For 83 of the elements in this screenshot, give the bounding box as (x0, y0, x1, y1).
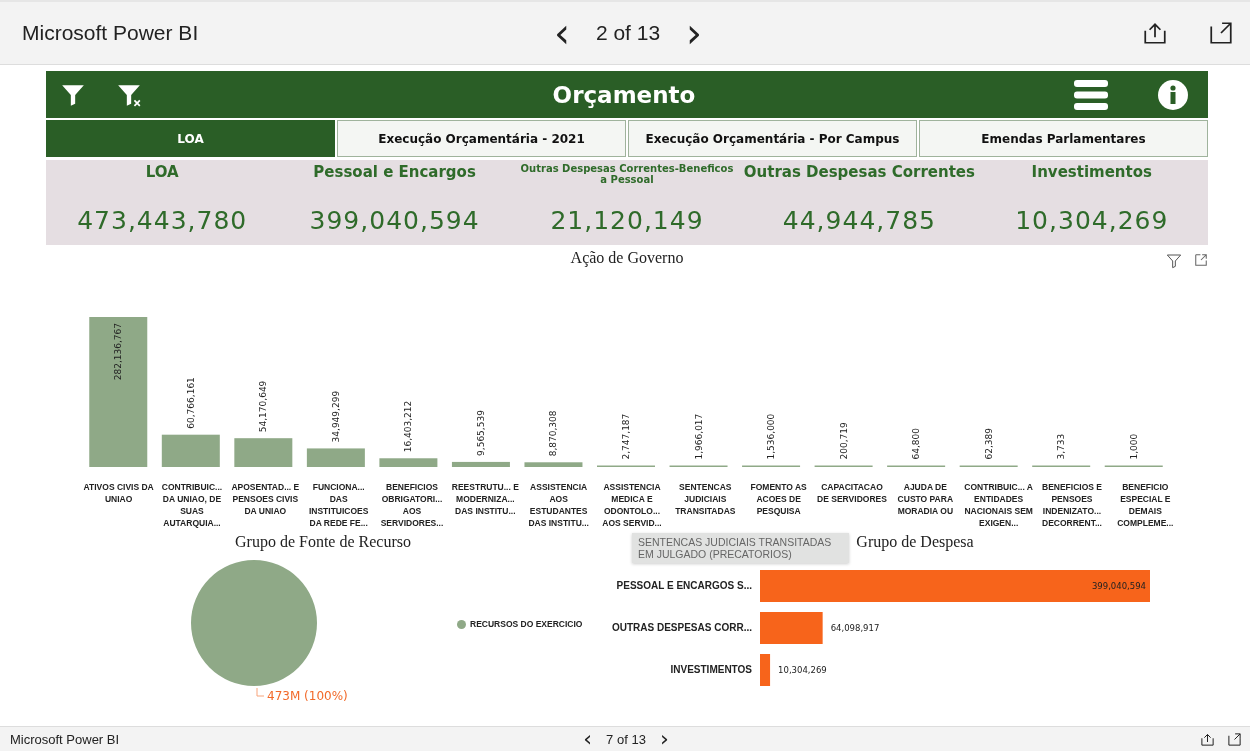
value-label: 34,949,299 (330, 390, 341, 443)
kpi-value: 21,120,149 (550, 206, 704, 235)
previous-page-button[interactable]: ‹ (583, 728, 593, 750)
category-label: FUNCIONA... DAS INSTITUICOES DA REDE FE... (307, 481, 370, 529)
value-label: 9,565,539 (475, 410, 486, 456)
bar[interactable] (379, 458, 438, 467)
bar[interactable] (161, 434, 220, 467)
tab[interactable]: Execução Orçamentária - 2021 (337, 120, 626, 157)
next-page-button[interactable]: › (659, 728, 669, 750)
value-label: 399,040,594 (1091, 581, 1146, 591)
bar[interactable] (234, 438, 293, 467)
value-label: 64,800 (911, 428, 922, 460)
tab[interactable]: Execução Orçamentária - Por Campus (628, 120, 917, 157)
info-icon[interactable] (1158, 79, 1188, 110)
bar[interactable] (451, 461, 510, 467)
app-title: Microsoft Power BI (10, 731, 121, 747)
bar[interactable] (306, 448, 365, 467)
legend-label: RECURSOS DO EXERCICIO (470, 619, 583, 629)
previous-page-button[interactable]: ‹ (553, 13, 570, 53)
category-label: PESSOAL E ENCARGOS S... (615, 579, 753, 593)
filter-icon[interactable] (1166, 253, 1182, 269)
kpi-label: Outras Despesas Correntes (743, 163, 975, 181)
page-indicator: 2 of 13 (595, 21, 661, 45)
category-label: APOSENTAD... E PENSOES CIVIS DA UNIAO (230, 481, 301, 518)
chart-title: Grupo de Despesa (856, 533, 974, 551)
category-label: REESTRUTU... E MODERNIZA... DAS INSTITU... (450, 481, 520, 518)
tab[interactable]: Emendas Parlamentares (919, 120, 1208, 157)
menu-icon[interactable] (1074, 78, 1108, 111)
leader-line (256, 687, 265, 697)
app-title: Microsoft Power BI (22, 21, 200, 45)
value-label: 1,966,017 (693, 413, 704, 460)
category-label: AJUDA DE CUSTO PARA MORADIA OU (896, 481, 955, 518)
category-label: CONTRIBUIC... A ENTIDADES NACIONAIS SEM EXIGEN... (963, 481, 1034, 529)
value-label: 2,747,187 (621, 413, 631, 460)
value-label: 282,136,767 (113, 323, 124, 381)
pie-slice[interactable] (191, 560, 317, 686)
category-label: OUTRAS DESPESAS CORR... (610, 621, 753, 635)
tooltip: SENTENCAS JUDICIAIS TRANSITADAS EM JULGADO (PRECATORIOS) (632, 533, 849, 563)
value-label: 200,719 (838, 422, 849, 460)
category-label: CONTRIBUIC... DA UNIAO, DE SUAS AUTARQUIA... (160, 481, 224, 529)
chart-title: Ação de Governo (570, 249, 684, 267)
value-label: 10,304,269 (778, 665, 827, 675)
kpi-value: 10,304,269 (1015, 206, 1169, 235)
value-label: 1,000 (1128, 433, 1139, 460)
pop-out-icon (1208, 20, 1234, 46)
share-icon (1200, 731, 1215, 747)
chart-title: Grupo de Fonte de Recurso (235, 533, 411, 551)
value-label: 54,170,649 (258, 380, 269, 433)
value-label: 8,870,308 (548, 410, 559, 457)
report-title: Orçamento (552, 81, 696, 108)
kpi-label: Investimentos (1031, 163, 1152, 181)
tab[interactable]: LOA (46, 120, 335, 157)
pop-out-icon (1227, 731, 1242, 747)
kpi-label: Outras Despesas Correntes-Beneficos a Pessoal (519, 163, 735, 185)
value-label: 60,766,161 (185, 377, 196, 429)
kpi-label: LOA (145, 163, 179, 181)
category-label: CAPACITACAO DE SERVIDORES (816, 481, 888, 506)
value-label: 64,098,917 (830, 623, 880, 633)
category-label: ATIVOS CIVIS DA UNIAO (82, 481, 155, 506)
legend-dot (457, 619, 466, 629)
value-label: 62,389 (983, 428, 994, 460)
kpi-value: 44,944,785 (782, 206, 936, 235)
category-label: BENEFICIO ESPECIAL E DEMAIS COMPLEME... (1116, 481, 1175, 529)
focus-mode-icon[interactable] (1194, 253, 1208, 267)
category-label: ASSISTENCIA AOS ESTUDANTES DAS INSTITU... (527, 481, 590, 529)
bar[interactable] (89, 317, 148, 467)
bar[interactable] (524, 462, 583, 467)
kpi-label: Pessoal e Encargos (313, 163, 476, 181)
category-label: INVESTIMENTOS (669, 663, 753, 677)
category-label: FOMENTO AS ACOES DE PESQUISA (749, 481, 808, 518)
slice-label: 473M (100%) (267, 689, 348, 703)
next-page-button[interactable]: › (686, 13, 703, 53)
bar[interactable] (760, 654, 771, 686)
category-label: ASSISTENCIA MEDICA E ODONTOLO... AOS SERVID... (601, 481, 663, 529)
kpi-value: 399,040,594 (309, 206, 480, 235)
kpi-value: 473,443,780 (77, 206, 248, 235)
value-label: 1,536,000 (766, 413, 777, 460)
value-label: 16,403,212 (403, 400, 414, 453)
category-label: SENTENCAS JUDICIAIS TRANSITADAS (674, 481, 737, 518)
page-indicator: 7 of 13 (606, 731, 646, 747)
value-label: 3,733 (1056, 433, 1067, 460)
category-label: BENEFICIOS OBRIGATORI... AOS SERVIDORES... (379, 481, 445, 529)
category-label: BENEFICIOS E PENSOES INDENIZATO... DECORRENT... (1041, 481, 1103, 529)
